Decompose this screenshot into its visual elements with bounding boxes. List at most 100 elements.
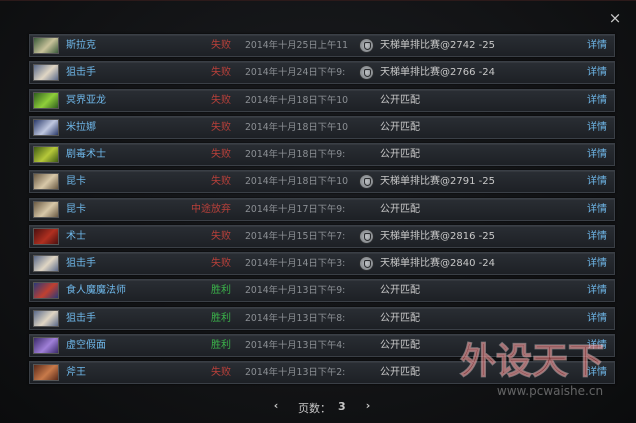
match-date: 2014年十月18日下午10: [245, 121, 348, 133]
hero-avatar: [33, 200, 59, 218]
match-list: 斯拉克 失败 2014年十月25日上午11: 天梯单排比赛@2742 -25 详情 狙击手…: [29, 34, 615, 388]
hero-name[interactable]: 斧王: [66, 362, 86, 383]
game-mode: 公开匹配: [380, 339, 420, 351]
hero-name[interactable]: 狙击手: [66, 253, 96, 274]
match-result: 失败: [211, 149, 231, 160]
page-label: 页数：: [298, 402, 331, 415]
game-mode: 公开匹配: [380, 312, 420, 324]
match-row: 狙击手 失败 2014年十月14日下午3: 天梯单排比赛@2840 -24 详情: [29, 252, 615, 275]
hero-name[interactable]: 狙击手: [66, 62, 96, 83]
details-link[interactable]: 详情: [587, 253, 607, 274]
hero-name[interactable]: 剧毒术士: [66, 144, 106, 165]
match-row: 昆卡 失败 2014年十月18日下午10 天梯单排比赛@2791 -25 详情: [29, 170, 615, 194]
details-link[interactable]: 详情: [587, 280, 607, 301]
hero-name[interactable]: 昆卡: [66, 171, 86, 192]
match-row: 米拉娜 失败 2014年十月18日下午10 公开匹配 详情: [29, 115, 615, 139]
ranked-badge-icon: [359, 65, 374, 81]
game-mode: 天梯单排比赛@2742 -25: [380, 40, 495, 51]
details-link[interactable]: 详情: [587, 199, 607, 220]
match-result: 中途放弃: [191, 203, 231, 215]
hero-avatar: [33, 255, 59, 272]
match-result: 失败: [211, 94, 231, 106]
match-row: 虚空假面 胜利 2014年十月13日下午4: 公开匹配 详情: [29, 333, 615, 357]
details-link[interactable]: 详情: [587, 362, 607, 383]
match-date: 2014年十月13日下午2:: [245, 367, 346, 378]
game-mode: 天梯单排比赛@2791 -25: [380, 176, 495, 188]
match-date: 2014年十月24日下午9:: [245, 67, 346, 79]
hero-name[interactable]: 米拉娜: [66, 117, 96, 138]
match-row: 狙击手 失败 2014年十月24日下午9: 天梯单排比赛@2766 -24 详情: [29, 61, 615, 85]
hero-avatar: [33, 118, 59, 136]
details-link[interactable]: 详情: [587, 171, 607, 192]
hero-name[interactable]: 术士: [66, 226, 86, 247]
match-row: 术士 失败 2014年十月15日下午7: 天梯单排比赛@2816 -25 详情: [29, 224, 615, 248]
match-row: 斯拉克 失败 2014年十月25日上午11: 天梯单排比赛@2742 -25 详情: [29, 34, 615, 57]
game-mode: 天梯单排比赛@2840 -24: [380, 258, 495, 269]
hero-avatar: [33, 227, 59, 245]
match-row: 狙击手 胜利 2014年十月13日下午8: 公开匹配 详情: [29, 306, 615, 330]
game-mode: 天梯单排比赛@2766 -24: [380, 67, 495, 79]
details-link[interactable]: 详情: [587, 308, 607, 329]
hero-name[interactable]: 昆卡: [66, 199, 86, 220]
match-date: 2014年十月18日下午10: [245, 94, 348, 106]
match-date: 2014年十月13日下午9:: [245, 285, 346, 297]
hero-avatar: [33, 364, 59, 381]
match-row: 斧王 失败 2014年十月13日下午2: 公开匹配 详情: [29, 361, 615, 384]
game-mode: 天梯单排比赛@2816 -25: [380, 230, 495, 242]
details-link[interactable]: 详情: [587, 144, 607, 165]
details-link[interactable]: 详情: [587, 226, 607, 247]
match-date: 2014年十月17日下午9:: [245, 203, 346, 215]
match-date: 2014年十月15日下午7:: [245, 230, 346, 242]
hero-avatar: [33, 282, 59, 300]
prev-page-button[interactable]: ‹: [270, 399, 282, 412]
game-mode: 公开匹配: [380, 149, 420, 160]
hero-avatar: [33, 309, 59, 327]
match-row: 食人魔魔法师 胜利 2014年十月13日下午9: 公开匹配 详情: [29, 279, 615, 303]
hero-name[interactable]: 虚空假面: [66, 335, 106, 356]
game-mode: 公开匹配: [380, 94, 420, 106]
match-row: 昆卡 中途放弃 2014年十月17日下午9: 公开匹配 详情: [29, 197, 615, 221]
hero-avatar: [33, 173, 59, 191]
ranked-badge-icon: [359, 38, 374, 53]
game-mode: 公开匹配: [380, 285, 420, 297]
match-result: 胜利: [211, 285, 231, 297]
match-result: 失败: [211, 258, 231, 269]
hero-avatar: [33, 37, 59, 54]
match-date: 2014年十月14日下午3:: [245, 258, 346, 269]
match-result: 失败: [211, 67, 231, 79]
hero-name[interactable]: 冥界亚龙: [66, 90, 106, 111]
hero-name[interactable]: 食人魔魔法师: [66, 280, 126, 301]
match-date: 2014年十月25日上午11:: [245, 40, 348, 51]
match-history-panel: × 斯拉克 失败 2014年十月25日上午11: 天梯单排比赛@2742 -25 详情狙…: [0, 0, 636, 423]
details-link[interactable]: 详情: [587, 117, 607, 138]
match-result: 胜利: [211, 312, 231, 324]
match-date: 2014年十月13日下午4:: [245, 339, 346, 351]
ranked-badge-icon: [359, 228, 374, 244]
details-link[interactable]: 详情: [587, 35, 607, 56]
game-mode: 公开匹配: [380, 121, 420, 133]
ranked-badge-icon: [359, 256, 374, 271]
hero-avatar: [33, 64, 59, 82]
hero-avatar: [33, 336, 59, 354]
match-row: 剧毒术士 失败 2014年十月18日下午9: 公开匹配 详情: [29, 143, 615, 166]
ranked-badge-icon: [359, 174, 374, 190]
hero-name[interactable]: 狙击手: [66, 308, 96, 329]
match-date: 2014年十月18日下午10: [245, 176, 348, 188]
next-page-button[interactable]: ›: [362, 399, 374, 412]
pagination: ‹ 页数： 3 ›: [0, 399, 636, 419]
match-result: 失败: [211, 121, 231, 133]
match-date: 2014年十月13日下午8:: [245, 312, 346, 324]
match-result: 失败: [211, 367, 231, 378]
hero-avatar: [33, 91, 59, 109]
details-link[interactable]: 详情: [587, 62, 607, 83]
page-number: 3: [338, 400, 346, 413]
hero-name[interactable]: 斯拉克: [66, 35, 96, 56]
close-icon[interactable]: ×: [608, 11, 622, 26]
game-mode: 公开匹配: [380, 367, 420, 378]
details-link[interactable]: 详情: [587, 90, 607, 111]
match-result: 失败: [211, 176, 231, 188]
game-mode: 公开匹配: [380, 203, 420, 215]
hero-avatar: [33, 146, 59, 163]
details-link[interactable]: 详情: [587, 335, 607, 356]
match-row: 冥界亚龙 失败 2014年十月18日下午10 公开匹配 详情: [29, 88, 615, 112]
